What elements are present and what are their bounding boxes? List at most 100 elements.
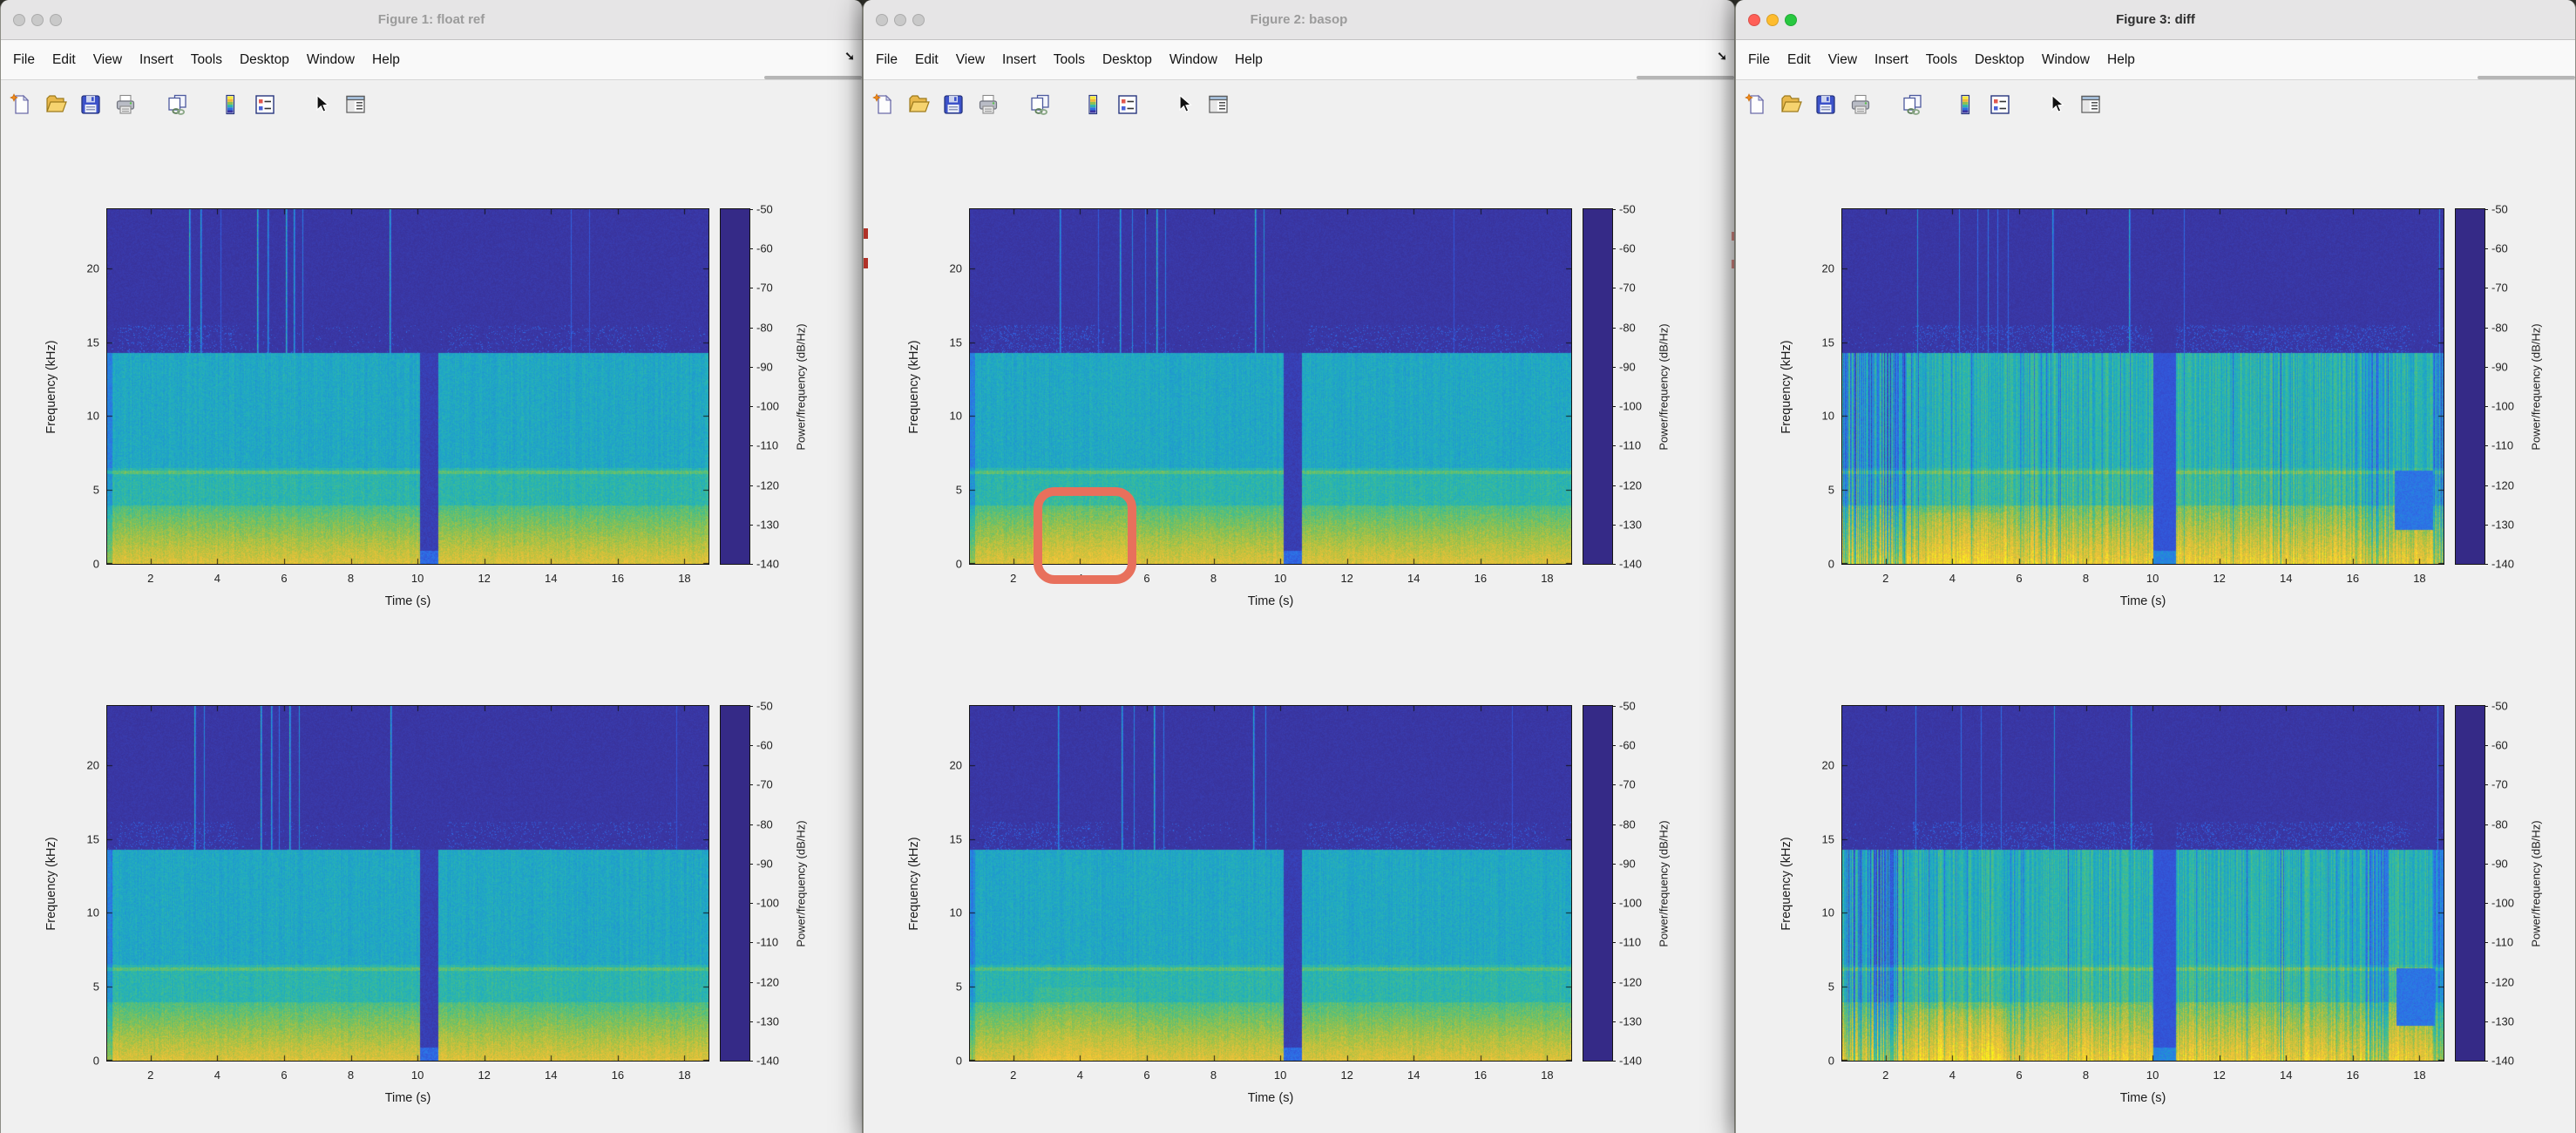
edit-plot-button[interactable] [2043, 92, 2069, 118]
link-plot-button[interactable] [1027, 92, 1054, 118]
window-controls [1748, 14, 1797, 26]
insert-legend-button[interactable] [252, 92, 278, 118]
colorbar-tick-label: -120 [756, 478, 779, 492]
y-axis-label: Frequency (kHz) [907, 340, 921, 433]
new-figure-button[interactable] [1743, 92, 1769, 118]
menu-item-tools[interactable]: Tools [1045, 52, 1094, 68]
colorbar-tick [2484, 942, 2488, 943]
menu-item-window[interactable]: Window [1161, 52, 1226, 68]
menu-item-edit[interactable]: Edit [906, 52, 947, 68]
menu-item-edit[interactable]: Edit [44, 52, 85, 68]
window-controls [13, 14, 62, 26]
x-tick-label: 10 [411, 572, 424, 585]
menu-item-edit[interactable]: Edit [1779, 52, 1820, 68]
new-figure-button[interactable] [8, 92, 34, 118]
close-button[interactable] [876, 14, 888, 26]
edit-plot-button[interactable] [1170, 92, 1196, 118]
colorbar-tick-label: -80 [2491, 321, 2508, 334]
menu-item-view[interactable]: View [1820, 52, 1866, 68]
property-inspector-button[interactable] [2078, 92, 2104, 118]
x-tick-label: 6 [2016, 572, 2022, 585]
menu-overflow-arrow-icon[interactable]: ➘ [1717, 49, 1727, 64]
menu-item-file[interactable]: File [867, 52, 906, 68]
colorbar-tick-label: -140 [756, 558, 779, 571]
y-tick-label: 20 [950, 261, 962, 275]
print-figure-button[interactable] [1847, 92, 1874, 118]
close-button[interactable] [13, 14, 25, 26]
insert-colorbar-button[interactable] [1952, 92, 1978, 118]
colorbar-tick-label: -80 [2491, 818, 2508, 831]
menu-item-window[interactable]: Window [2033, 52, 2098, 68]
menu-item-desktop[interactable]: Desktop [231, 52, 298, 68]
menu-item-file[interactable]: File [1739, 52, 1779, 68]
menu-item-help[interactable]: Help [2098, 52, 2144, 68]
open-file-button[interactable] [905, 92, 932, 118]
insert-colorbar-button[interactable] [1080, 92, 1106, 118]
x-tick-label: 16 [1474, 572, 1487, 585]
colorbar-tick-label: -130 [2491, 1014, 2514, 1028]
menu-scrollbar[interactable] [764, 76, 862, 79]
print-figure-button[interactable] [112, 92, 139, 118]
insert-legend-button[interactable] [1115, 92, 1141, 118]
link-plot-button[interactable] [165, 92, 191, 118]
x-tick-label: 14 [545, 1069, 557, 1082]
property-inspector-button[interactable] [1205, 92, 1231, 118]
property-inspector-icon [344, 93, 367, 116]
menu-item-insert[interactable]: Insert [1866, 52, 1917, 68]
menu-item-insert[interactable]: Insert [131, 52, 182, 68]
colorbar-tick [2484, 445, 2488, 446]
open-file-button[interactable] [1778, 92, 1804, 118]
zoom-button[interactable] [912, 14, 925, 26]
open-file-button[interactable] [43, 92, 69, 118]
close-button[interactable] [1748, 14, 1760, 26]
x-tick-label: 6 [2016, 1069, 2022, 1082]
save-figure-button[interactable] [1813, 92, 1839, 118]
titlebar[interactable]: Figure 3: diff [1736, 0, 2575, 40]
minimize-button[interactable] [1766, 14, 1779, 26]
menu-item-window[interactable]: Window [298, 52, 363, 68]
save-figure-button[interactable] [940, 92, 966, 118]
edit-plot-button[interactable] [308, 92, 334, 118]
zoom-button[interactable] [1785, 14, 1797, 26]
minimize-button[interactable] [894, 14, 906, 26]
new-figure-button[interactable] [871, 92, 897, 118]
colorbar-tick [749, 784, 753, 785]
x-tick-label: 6 [281, 1069, 287, 1082]
property-inspector-button[interactable] [342, 92, 369, 118]
titlebar[interactable]: Figure 1: float ref [1, 0, 862, 40]
menu-item-view[interactable]: View [85, 52, 131, 68]
colorbar-tick [1612, 942, 1616, 943]
minimize-button[interactable] [31, 14, 44, 26]
menu-item-tools[interactable]: Tools [182, 52, 231, 68]
save-figure-button[interactable] [78, 92, 104, 118]
link-plot-button[interactable] [1900, 92, 1926, 118]
menu-scrollbar[interactable] [1637, 76, 1734, 79]
figure-canvas-area: 2468101214161805101520Time (s)Frequency … [864, 128, 1734, 1133]
menu-overflow-arrow-icon[interactable]: ➘ [844, 49, 855, 64]
highlight-annotation[interactable] [1034, 487, 1137, 584]
y-tick-label: 0 [956, 1055, 962, 1068]
colorbar-tick-label: -80 [1619, 321, 1636, 334]
menu-scrollbar[interactable] [2478, 76, 2575, 79]
colorbar-tick-label: -120 [2491, 478, 2514, 492]
toolbar [864, 80, 1734, 130]
zoom-button[interactable] [50, 14, 62, 26]
titlebar[interactable]: Figure 2: basop [864, 0, 1734, 40]
x-tick-label: 8 [348, 572, 354, 585]
menu-item-insert[interactable]: Insert [993, 52, 1045, 68]
red-edge-mark [864, 228, 868, 239]
menu-item-tools[interactable]: Tools [1917, 52, 1966, 68]
y-tick-label: 15 [1822, 336, 1834, 349]
print-figure-button[interactable] [975, 92, 1001, 118]
menu-item-file[interactable]: File [4, 52, 44, 68]
colorbar-tick [1612, 209, 1616, 210]
insert-legend-button[interactable] [1987, 92, 2013, 118]
menu-item-help[interactable]: Help [1226, 52, 1271, 68]
y-axis-label: Frequency (kHz) [1779, 837, 1793, 930]
menu-item-desktop[interactable]: Desktop [1966, 52, 2033, 68]
insert-colorbar-button[interactable] [217, 92, 243, 118]
menu-item-view[interactable]: View [947, 52, 993, 68]
menu-item-desktop[interactable]: Desktop [1094, 52, 1161, 68]
menu-item-help[interactable]: Help [363, 52, 409, 68]
colorbar-label: Power/frequency (dB/Hz) [795, 323, 808, 450]
